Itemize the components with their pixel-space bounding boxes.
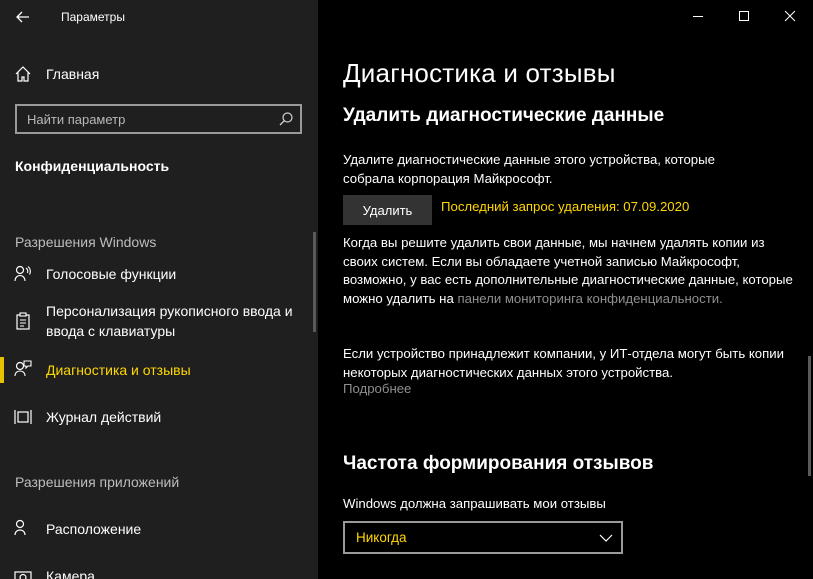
sidebar-item-label: Диагностика и отзывы	[46, 362, 191, 378]
active-indicator	[0, 357, 4, 383]
learn-more-link[interactable]: Подробнее	[343, 381, 411, 396]
app-title: Параметры	[61, 10, 125, 24]
search-input[interactable]	[17, 106, 267, 132]
search-box[interactable]	[15, 104, 302, 134]
main-content: Диагностика и отзывы Удалить диагностиче…	[318, 0, 813, 579]
sidebar-item-diagnostics[interactable]: Диагностика и отзывы	[0, 357, 316, 383]
dropdown-selected-value: Никогда	[356, 530, 407, 545]
last-request-status: Последний запрос удаления: 07.09.2020	[441, 199, 690, 214]
sidebar-item-label: Голосовые функции	[46, 266, 177, 282]
location-person-icon	[14, 519, 26, 536]
back-arrow-icon	[16, 11, 29, 23]
sidebar: Параметры Главная Конфиденциальность Раз…	[0, 0, 318, 579]
minimize-button[interactable]	[675, 0, 721, 32]
section-heading-frequency: Частота формирования отзывов	[343, 453, 654, 474]
chevron-down-icon	[599, 534, 613, 542]
privacy-dashboard-link[interactable]: панели мониторинга конфиденциальности.	[457, 291, 722, 306]
delete-details-text: Когда вы решите удалить свои данные, мы …	[343, 234, 793, 308]
close-icon	[784, 10, 796, 22]
sidebar-item-location[interactable]: Расположение	[0, 517, 316, 541]
sidebar-scrollbar[interactable]	[313, 232, 316, 332]
sidebar-item-voice[interactable]: Голосовые функции	[0, 262, 316, 286]
sidebar-item-label: Журнал действий	[46, 409, 162, 425]
microphone-icon	[14, 265, 31, 282]
home-icon	[15, 66, 31, 82]
delete-description: Удалите диагностические данные этого уст…	[343, 152, 715, 186]
sidebar-item-label: Главная	[46, 66, 100, 82]
sidebar-item-camera[interactable]: Камера	[0, 563, 316, 579]
sidebar-item-label: Расположение	[46, 521, 142, 537]
company-device-text: Если устройство принадлежит компании, у …	[343, 346, 784, 380]
clipboard-icon	[16, 312, 30, 330]
sidebar-item-home[interactable]: Главная	[0, 58, 318, 90]
feedback-person-icon	[14, 360, 32, 377]
search-icon[interactable]	[278, 111, 294, 127]
delete-button[interactable]: Удалить	[343, 195, 432, 225]
maximize-button[interactable]	[721, 0, 767, 32]
titlebar-left: Параметры	[0, 0, 318, 34]
sidebar-item-label: Камера	[46, 568, 95, 579]
sidebar-item-inking[interactable]: Персонализация рукописного ввода и ввода…	[0, 300, 316, 344]
feedback-frequency-dropdown[interactable]: Никогда	[343, 521, 623, 554]
camera-icon	[14, 571, 32, 579]
page-title: Диагностика и отзывы	[343, 58, 616, 88]
main-scrollbar[interactable]	[808, 356, 811, 476]
group-label-windows: Разрешения Windows	[15, 234, 157, 250]
maximize-icon	[739, 11, 749, 21]
section-heading-delete: Удалить диагностические данные	[343, 105, 665, 126]
minimize-icon	[693, 16, 703, 17]
close-button[interactable]	[767, 0, 813, 32]
sidebar-item-activity-history[interactable]: Журнал действий	[0, 406, 316, 430]
timeline-icon	[14, 410, 32, 424]
group-label-apps: Разрешения приложений	[15, 474, 180, 490]
sidebar-item-label: Персонализация рукописного ввода и ввода…	[46, 303, 293, 339]
sidebar-section-title: Конфиденциальность	[15, 158, 170, 174]
feedback-frequency-label: Windows должна запрашивать мои отзывы	[343, 496, 606, 511]
back-button[interactable]	[8, 4, 38, 30]
